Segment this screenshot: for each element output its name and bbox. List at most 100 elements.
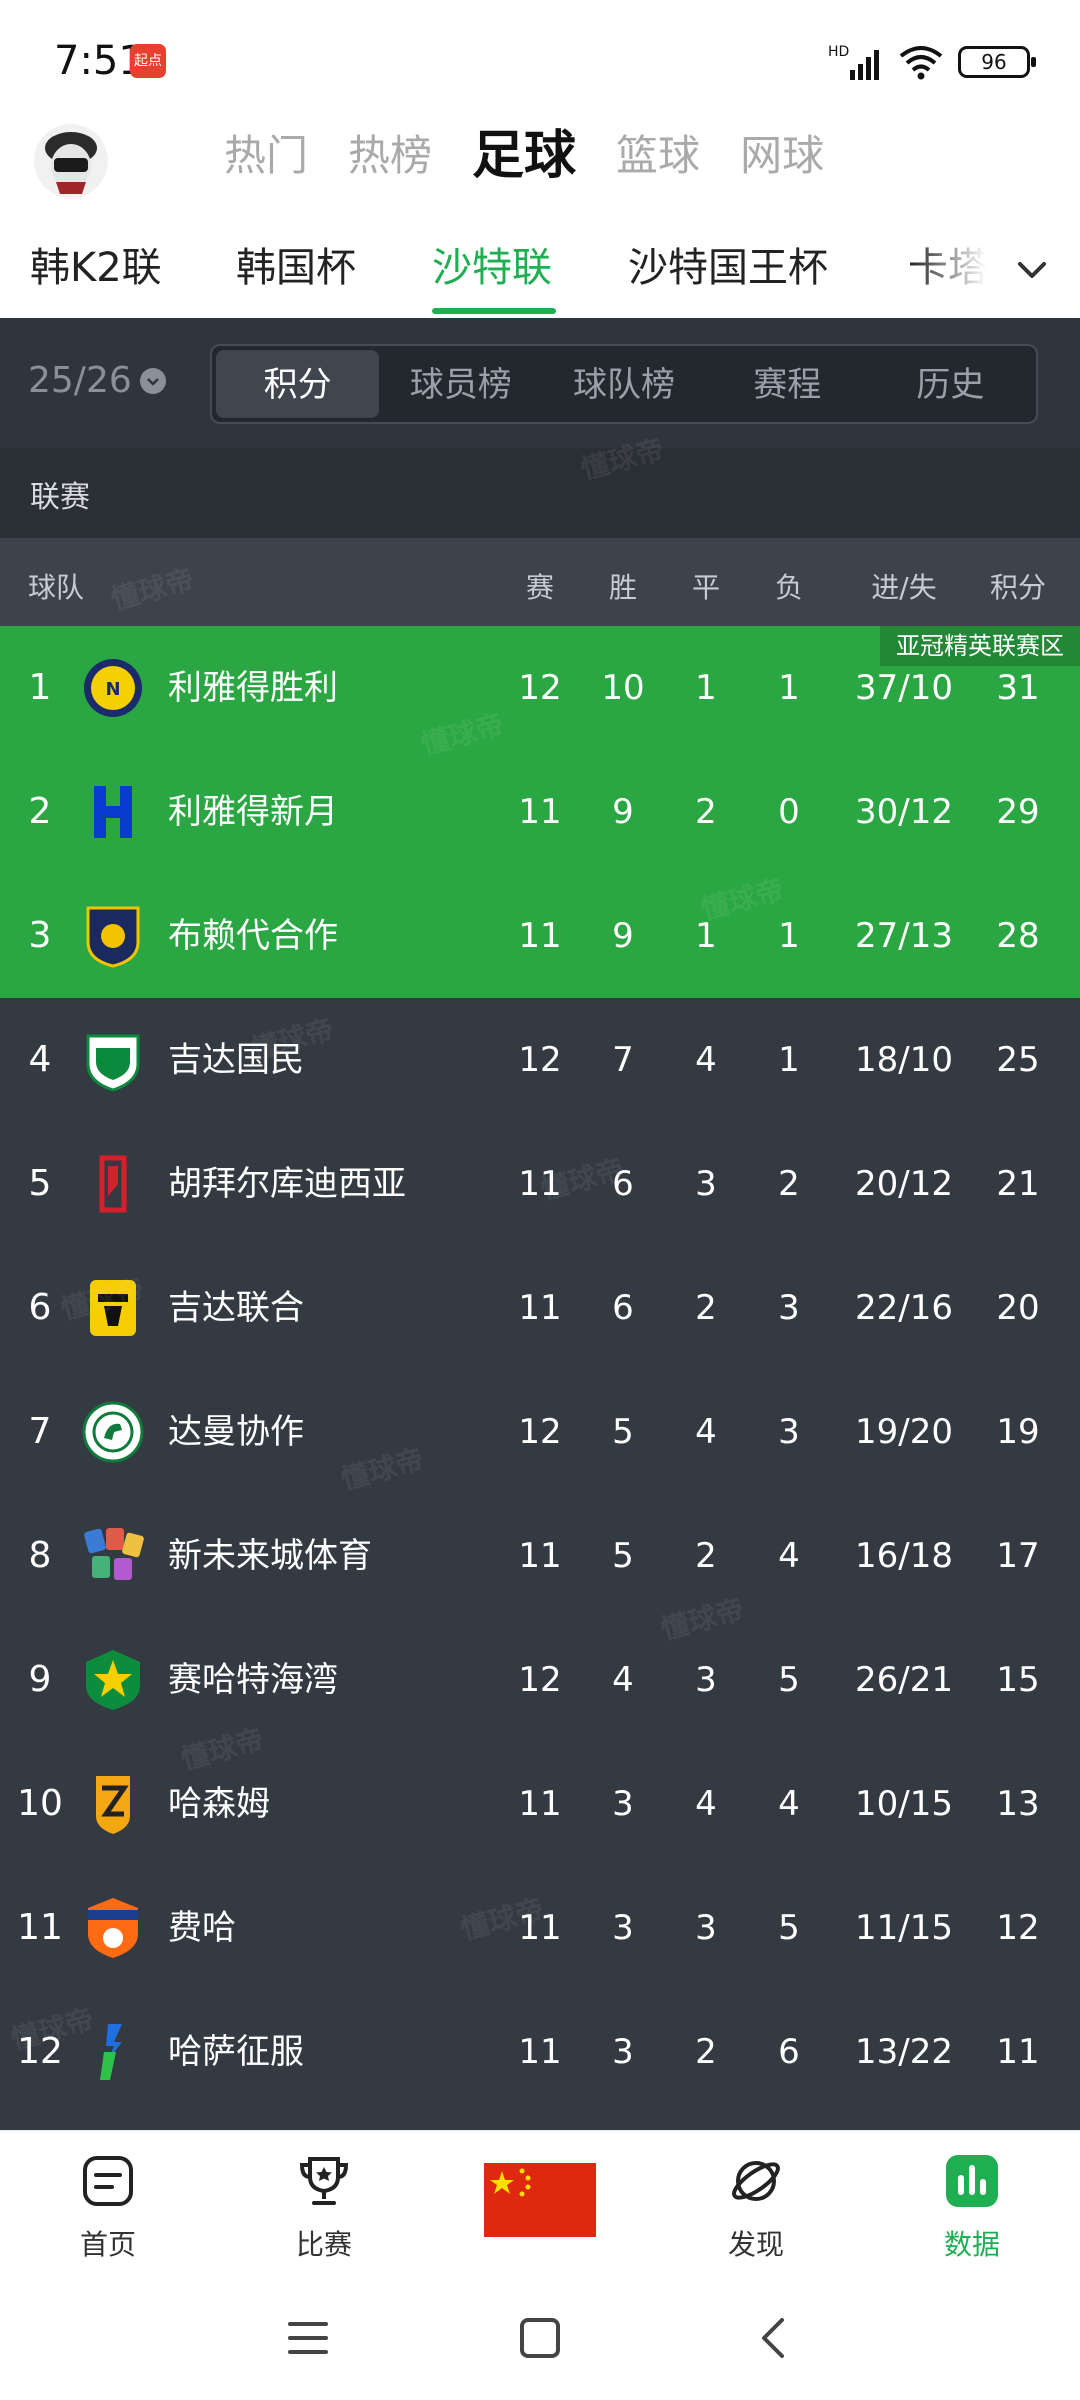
segment-history[interactable]: 历史 bbox=[869, 350, 1032, 418]
drawn: 3 bbox=[695, 1908, 717, 1948]
section-title: 联赛 bbox=[30, 480, 90, 515]
played: 11 bbox=[518, 1784, 562, 1824]
goals: 27/13 bbox=[855, 916, 953, 956]
team-name: 布赖代合作 bbox=[168, 916, 338, 956]
points: 25 bbox=[996, 1040, 1040, 1080]
league-tabs: 韩K2联 韩国杯 沙特联 沙特国王杯 卡塔 bbox=[0, 220, 1080, 318]
nav-matches[interactable]: 比赛 bbox=[254, 2153, 394, 2263]
table-row[interactable]: 亚冠精英联赛区 1 N 利雅得胜利 12 10 1 1 37/10 31 bbox=[0, 626, 1080, 750]
table-row[interactable]: 3 布赖代合作 11 9 1 1 27/13 28 bbox=[0, 874, 1080, 998]
league-tab-korea-cup[interactable]: 韩国杯 bbox=[236, 238, 356, 298]
tab-football[interactable]: 足球 bbox=[472, 126, 576, 186]
points: 11 bbox=[996, 2032, 1040, 2072]
nav-matches-label: 比赛 bbox=[295, 2228, 352, 2261]
drawn: 1 bbox=[695, 916, 717, 956]
team-name: 利雅得新月 bbox=[168, 792, 338, 832]
table-row[interactable]: 10 哈森姆 11 3 4 4 10/15 13 bbox=[0, 1742, 1080, 1866]
drawn: 2 bbox=[695, 1536, 717, 1576]
lost: 2 bbox=[778, 1164, 800, 1204]
rank: 9 bbox=[28, 1659, 52, 1700]
al-hazem-icon bbox=[96, 1776, 130, 1834]
team-name: 新未来城体育 bbox=[168, 1536, 372, 1576]
points: 21 bbox=[996, 1164, 1040, 1204]
table-row[interactable]: 4 吉达国民 12 7 4 1 18/10 25 bbox=[0, 998, 1080, 1122]
nav-discover[interactable]: 发现 bbox=[686, 2153, 826, 2263]
goals: 37/10 bbox=[855, 668, 953, 708]
rank: 3 bbox=[28, 915, 52, 956]
tab-hot[interactable]: 热门 bbox=[224, 126, 308, 186]
drawn: 1 bbox=[695, 668, 717, 708]
top-tabs: 热门 热榜 足球 篮球 网球 bbox=[224, 126, 864, 186]
league-tab-saudi-league[interactable]: 沙特联 bbox=[432, 238, 552, 298]
battery-icon: 96 bbox=[958, 46, 1036, 78]
header-lost: 负 bbox=[774, 571, 803, 604]
season-selector[interactable]: 25/26 bbox=[28, 360, 166, 401]
goals: 10/15 bbox=[855, 1784, 953, 1824]
team-name: 达曼协作 bbox=[168, 1412, 304, 1452]
table-row[interactable]: 9 赛哈特海湾 12 4 3 5 26/21 15 bbox=[0, 1618, 1080, 1742]
won: 9 bbox=[612, 916, 634, 956]
svg-text:N: N bbox=[105, 679, 120, 700]
menu-icon[interactable] bbox=[286, 2316, 330, 2360]
drawn: 2 bbox=[695, 1288, 717, 1328]
played: 12 bbox=[518, 1660, 562, 1700]
played: 11 bbox=[518, 1536, 562, 1576]
header-points: 积分 bbox=[989, 571, 1046, 604]
al-taawoun-icon bbox=[86, 906, 140, 968]
league-tab-kings-cup[interactable]: 沙特国王杯 bbox=[628, 238, 828, 298]
nav-data[interactable]: 数据 bbox=[902, 2153, 1042, 2263]
drawn: 2 bbox=[695, 792, 717, 832]
won: 3 bbox=[612, 2032, 634, 2072]
goals: 16/18 bbox=[855, 1536, 953, 1576]
system-nav-bar bbox=[0, 2280, 1080, 2400]
section-header: 联赛 bbox=[0, 448, 1080, 538]
table-row[interactable]: 7 达曼协作 12 5 4 3 19/20 19 bbox=[0, 1370, 1080, 1494]
al-ettifaq-icon bbox=[82, 1401, 144, 1463]
goals: 11/15 bbox=[855, 1908, 953, 1948]
chevron-down-icon[interactable] bbox=[1012, 250, 1052, 290]
status-bar: 7:51 起点 HD 96 bbox=[0, 0, 1080, 110]
drawn: 4 bbox=[695, 1412, 717, 1452]
table-row[interactable]: 6 吉达联合 11 6 2 3 22/16 20 bbox=[0, 1246, 1080, 1370]
nav-home[interactable]: 首页 bbox=[38, 2153, 178, 2263]
al-fateh-icon bbox=[100, 2024, 122, 2080]
segment-schedule[interactable]: 赛程 bbox=[706, 350, 869, 418]
drawn: 3 bbox=[695, 1660, 717, 1700]
china-flag-icon[interactable] bbox=[484, 2163, 596, 2237]
segment-teams[interactable]: 球队榜 bbox=[542, 350, 705, 418]
table-row[interactable]: 12 哈萨征服 11 3 2 6 13/22 11 bbox=[0, 1990, 1080, 2114]
drawn: 4 bbox=[695, 1040, 717, 1080]
tab-trending[interactable]: 热榜 bbox=[348, 126, 432, 186]
won: 6 bbox=[612, 1288, 634, 1328]
table-row[interactable]: 5 胡拜尔库迪西亚 11 6 3 2 20/12 21 bbox=[0, 1122, 1080, 1246]
table-row[interactable]: 8 新未来城体育 11 5 2 4 16/18 17 bbox=[0, 1494, 1080, 1618]
segment-players[interactable]: 球员榜 bbox=[379, 350, 542, 418]
table-row[interactable]: 11 费哈 11 3 3 5 11/15 12 bbox=[0, 1866, 1080, 1990]
goals: 26/21 bbox=[855, 1660, 953, 1700]
table-row[interactable]: 2 利雅得新月 11 9 2 0 30/12 29 bbox=[0, 750, 1080, 874]
won: 7 bbox=[612, 1040, 634, 1080]
lost: 3 bbox=[778, 1288, 800, 1328]
lost: 5 bbox=[778, 1660, 800, 1700]
header-team: 球队 bbox=[28, 571, 85, 604]
lost: 1 bbox=[778, 668, 800, 708]
avatar[interactable] bbox=[34, 124, 108, 198]
league-tab-k2[interactable]: 韩K2联 bbox=[30, 238, 162, 298]
tab-tennis[interactable]: 网球 bbox=[740, 126, 824, 186]
nav-discover-label: 发现 bbox=[727, 2228, 784, 2261]
home-icon bbox=[83, 2156, 133, 2206]
season-bar: 25/26 积分 球员榜 球队榜 赛程 历史 bbox=[0, 318, 1080, 448]
al-ahli-icon bbox=[86, 1034, 140, 1092]
top-nav: 热门 热榜 足球 篮球 网球 bbox=[0, 110, 1080, 210]
back-icon[interactable] bbox=[752, 2316, 796, 2360]
header-won: 胜 bbox=[608, 571, 637, 604]
data-chart-icon bbox=[946, 2155, 998, 2207]
season-label: 25/26 bbox=[28, 360, 132, 401]
trophy-icon bbox=[299, 2157, 349, 2205]
al-fayha-icon bbox=[88, 1898, 138, 1958]
al-nassr-icon: N bbox=[84, 659, 142, 717]
home-square-icon[interactable] bbox=[518, 2316, 562, 2360]
points: 31 bbox=[996, 668, 1040, 708]
segment-standings[interactable]: 积分 bbox=[216, 350, 380, 418]
tab-basketball[interactable]: 篮球 bbox=[616, 126, 700, 186]
